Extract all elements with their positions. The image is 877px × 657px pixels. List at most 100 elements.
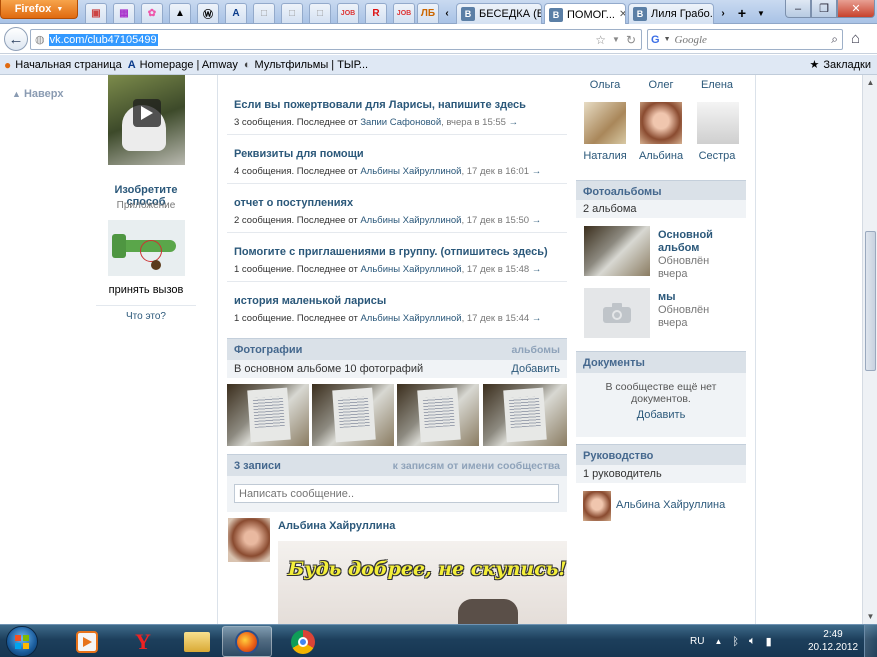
topic-title[interactable]: Помогите с приглашениями в группу. (отпи… — [234, 246, 548, 258]
community-posts-link[interactable]: к записям от имени сообщества — [393, 460, 560, 472]
pinned-tab-home[interactable]: ▣ — [85, 3, 107, 23]
go-to-last-arrow-icon[interactable]: → — [509, 117, 519, 128]
pinned-tab-job-2[interactable]: JOB — [393, 3, 415, 23]
dropdown-arrow-icon[interactable]: ▼ — [612, 33, 620, 47]
member-avatar[interactable] — [640, 102, 682, 144]
documents-title[interactable]: Документы — [583, 357, 645, 369]
play-icon[interactable] — [133, 99, 161, 127]
pinned-tab-wordpress[interactable]: Ⓦ — [197, 3, 219, 23]
language-indicator[interactable]: RU — [690, 636, 704, 647]
url-bar[interactable]: ◍ vk.com/club47105499 ☆ ▼ ↻ — [30, 29, 642, 50]
go-to-last-arrow-icon[interactable]: → — [532, 313, 542, 324]
member-name[interactable]: Сестра — [692, 150, 742, 162]
bookmark-start-page[interactable]: ● Начальная страница — [4, 58, 122, 72]
topic-title[interactable]: отчет о поступлениях — [234, 197, 353, 209]
taskbar-firefox[interactable] — [222, 626, 272, 657]
album-cover-empty[interactable] — [584, 288, 650, 338]
google-icon[interactable]: G — [651, 34, 660, 46]
post-image[interactable]: Будь добрее, не скупись! — [278, 541, 567, 624]
albums-header[interactable]: Фотоальбомы — [576, 180, 746, 202]
close-window-button[interactable]: ✕ — [837, 0, 875, 18]
member-name[interactable]: Наталия — [580, 150, 630, 162]
clock[interactable]: 2:49 20.12.2012 — [808, 628, 858, 654]
page-scrollbar[interactable]: ▲ ▼ — [862, 75, 877, 624]
show-desktop-button[interactable] — [864, 625, 877, 657]
search-icon[interactable]: ⌕ — [831, 32, 842, 47]
volume-icon[interactable]: 🔈︎ — [749, 635, 756, 648]
topic-item[interactable]: Реквизиты для помощи 4 сообщения. Послед… — [227, 135, 567, 184]
topic-author-link[interactable]: Альбины Хайруллиной — [360, 313, 461, 324]
pinned-tab-blank-2[interactable]: □ — [281, 3, 303, 23]
tab-lilya[interactable]: B Лиля Грабо... — [628, 3, 714, 24]
url-text[interactable]: vk.com/club47105499 — [48, 33, 158, 46]
pinned-tab-gallery[interactable]: ▲ — [169, 3, 191, 23]
photo-thumbnail[interactable] — [483, 384, 567, 446]
album-title[interactable]: Основной альбом — [658, 229, 713, 255]
list-tabs-button[interactable]: ▼ — [754, 3, 768, 23]
member-name[interactable]: Ольга — [580, 79, 630, 91]
tabs-scroll-right[interactable]: › — [716, 3, 730, 23]
topic-author-link[interactable]: Альбины Хайруллиной — [360, 264, 461, 275]
close-tab-icon[interactable]: ✕ — [619, 9, 625, 20]
go-to-last-arrow-icon[interactable]: → — [532, 264, 542, 275]
back-button[interactable]: ← — [4, 27, 28, 51]
photos-header[interactable]: Фотографии альбомы — [227, 338, 567, 360]
network-icon[interactable]: ▮ — [766, 635, 772, 648]
taskbar-explorer[interactable] — [172, 626, 222, 657]
topic-item[interactable]: отчет о поступлениях 2 сообщения. Послед… — [227, 184, 567, 233]
home-button[interactable]: ⌂ — [851, 30, 860, 47]
topic-title[interactable]: Реквизиты для помощи — [234, 148, 364, 160]
taskbar-media-player[interactable] — [62, 626, 112, 657]
albums-title[interactable]: Фотоальбомы — [583, 186, 662, 198]
management-title[interactable]: Руководство — [583, 450, 653, 462]
member-avatar[interactable] — [697, 102, 739, 144]
pinned-tab-blank-1[interactable]: □ — [253, 3, 275, 23]
photo-thumbnail[interactable] — [397, 384, 479, 446]
pinned-tab-flower[interactable]: ✿ — [141, 3, 163, 23]
new-tab-button[interactable]: + — [734, 3, 750, 23]
add-photo-link[interactable]: Добавить — [511, 363, 560, 375]
photo-thumbnail[interactable] — [312, 384, 394, 446]
taskbar-chrome[interactable] — [278, 626, 328, 657]
pinned-tab-job-1[interactable]: JOB — [337, 3, 359, 23]
management-header[interactable]: Руководство — [576, 444, 746, 466]
bookmark-cartoons[interactable]: ◐ Мультфильмы | ТЫР... — [244, 59, 368, 71]
dropdown-arrow-icon[interactable]: ▼ — [664, 36, 671, 43]
what-is-this-link[interactable]: Что это? — [96, 311, 196, 322]
bookmark-amway[interactable]: A Homepage | Amway — [128, 59, 238, 71]
manager-name-link[interactable]: Альбина Хайруллина — [616, 499, 725, 511]
restore-button[interactable]: ❐ — [811, 0, 837, 18]
topic-item[interactable]: Помогите с приглашениями в группу. (отпи… — [227, 233, 567, 282]
post-message-input[interactable] — [234, 484, 559, 503]
add-document-link[interactable]: Добавить — [576, 409, 746, 421]
pinned-tab-lb[interactable]: ЛБ — [417, 3, 439, 23]
member-name[interactable]: Елена — [692, 79, 742, 91]
bookmark-star-icon[interactable]: ☆ — [595, 33, 606, 47]
scroll-down-icon[interactable]: ▼ — [863, 609, 877, 623]
minimize-button[interactable]: – — [785, 0, 811, 18]
post-author-link[interactable]: Альбина Хайруллина — [278, 520, 395, 532]
album-title[interactable]: мы — [658, 291, 676, 304]
photo-thumbnail[interactable] — [227, 384, 309, 446]
video-thumbnail[interactable] — [108, 75, 185, 165]
tray-expand-icon[interactable]: ▲ — [714, 637, 722, 646]
topic-author-link[interactable]: Запии Сафоновой — [360, 117, 441, 128]
tab-besedka[interactable]: B БЕСЕДКА (Б... — [456, 3, 542, 24]
topic-item[interactable]: история маленькой ларисы 1 сообщение. По… — [227, 282, 567, 331]
taskbar-yandex[interactable]: Y — [118, 626, 168, 657]
bluetooth-icon[interactable]: ᛒ — [732, 636, 739, 648]
pinned-tab-blank-3[interactable]: □ — [309, 3, 331, 23]
tab-pomogite[interactable]: B ПОМОГ... ✕ — [544, 3, 626, 25]
albums-link[interactable]: альбомы — [512, 344, 560, 356]
member-avatar[interactable] — [584, 102, 626, 144]
avatar[interactable] — [583, 491, 611, 521]
topic-title[interactable]: история маленькой ларисы — [234, 295, 386, 307]
topic-title[interactable]: Если вы пожертвовали для Ларисы, напишит… — [234, 99, 526, 111]
pinned-tab-r[interactable]: R — [365, 3, 387, 23]
member-name[interactable]: Альбина — [636, 150, 686, 162]
pinned-tab-a[interactable]: A — [225, 3, 247, 23]
accept-challenge-link[interactable]: принять вызов — [96, 284, 196, 296]
scroll-to-top-link[interactable]: ▲ Наверх — [12, 88, 63, 100]
photos-title[interactable]: Фотографии — [234, 344, 302, 356]
topic-item[interactable]: Если вы пожертвовали для Ларисы, напишит… — [227, 86, 567, 135]
